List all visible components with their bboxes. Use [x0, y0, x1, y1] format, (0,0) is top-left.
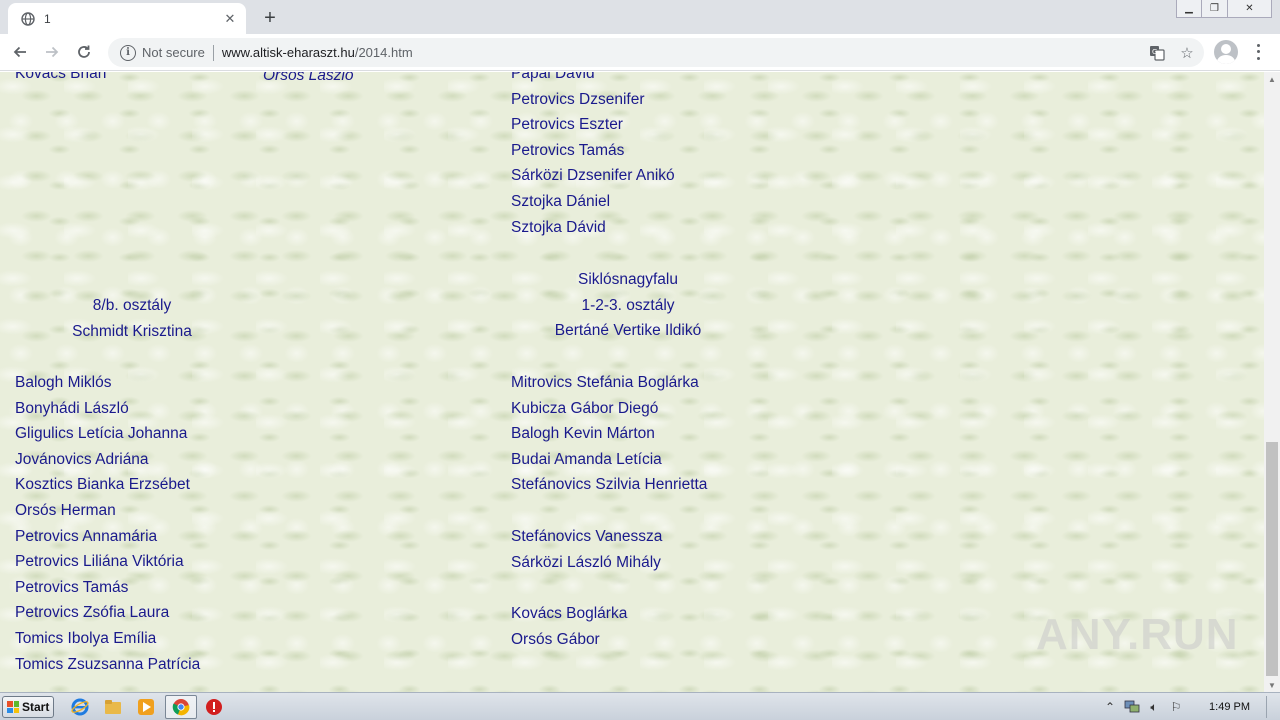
right-student-list-b: Stefánovics Vanessza Sárközi László Mihá…	[511, 524, 662, 575]
internet-explorer-icon[interactable]	[70, 697, 90, 717]
translate-icon[interactable]: G	[1146, 42, 1168, 64]
class-heading: 8/b. osztály	[92, 297, 172, 314]
list-item: Stefánovics Vanessza	[511, 528, 663, 545]
list-item: Orsós Gábor	[511, 630, 600, 648]
start-button[interactable]: Start	[2, 696, 54, 718]
start-label: Start	[22, 700, 50, 714]
restore-icon[interactable]: ❐	[1202, 0, 1228, 18]
col1-top: Kovács Brian	[15, 72, 106, 87]
col3-top: Pápai Dávid Petrovics Dzsenifer Petrovic…	[511, 72, 675, 240]
list-item: Budai Amanda Letícia	[511, 450, 662, 468]
watermark: ANY.RUN	[1036, 610, 1239, 659]
list-item: Tomics Zsuzsanna Patrícia	[15, 655, 201, 673]
list-item: Gligulics Letícia Johanna	[15, 425, 188, 443]
list-item: Sárközi Dzsenifer Anikó	[511, 167, 675, 185]
back-button[interactable]	[6, 38, 34, 66]
vertical-scrollbar[interactable]: ▲ ▼	[1264, 72, 1280, 692]
list-item: Petrovics Liliána Viktória	[15, 553, 184, 571]
list-item: Bonyhádi László	[15, 399, 129, 417]
section-right-header: Siklósnagyfalu 1-2-3. osztály Bertáné Ve…	[528, 267, 728, 344]
chevron-up-icon[interactable]: ⌃	[1101, 698, 1119, 716]
omnibox-actions: G ☆	[1138, 42, 1198, 64]
col2-top: Orsós László	[263, 72, 353, 89]
class-heading: 1-2-3. osztály	[581, 296, 675, 314]
window-controls: ▁ ❐ ✕	[1176, 0, 1272, 18]
url-path: /2014.htm	[354, 45, 413, 60]
list-item: Kovács Boglárka	[511, 605, 628, 622]
list-item: Petrovics Dzsenifer	[511, 90, 645, 108]
list-item: Kosztics Bianka Erzsébet	[15, 476, 190, 494]
media-player-icon[interactable]	[136, 697, 156, 717]
list-item: Petrovics Tamás	[511, 141, 625, 159]
svg-text:G: G	[1152, 48, 1157, 56]
flag-icon[interactable]: ⚐	[1167, 698, 1185, 716]
right-student-list-a: Mitrovics Stefánia Boglárka Kubicza Gábo…	[511, 370, 707, 498]
url-host: www.altisk-eharaszt.hu	[221, 45, 355, 60]
chrome-icon[interactable]	[171, 697, 191, 717]
browser-toolbar: i Not secure www.altisk-eharaszt.hu/2014…	[0, 34, 1280, 71]
list-item: Petrovics Eszter	[511, 116, 623, 134]
teacher-name: Bertáné Vertike Ildikó	[554, 322, 702, 340]
not-secure-label: Not secure	[142, 45, 205, 60]
network-icon[interactable]	[1123, 698, 1141, 716]
list-item: Tomics Ibolya Emília	[15, 629, 157, 647]
windows-logo-icon	[7, 701, 19, 713]
list-item: Orsós László	[263, 72, 354, 84]
globe-icon	[20, 11, 36, 27]
taskbar: Start ⌃ 🔈︎ ⚐ 1:49 PM	[0, 692, 1280, 720]
tab-strip: 1 ✕ + ▁ ❐ ✕	[0, 0, 1280, 34]
list-item: Petrovics Zsófia Laura	[15, 604, 170, 622]
more-menu-icon[interactable]	[1250, 42, 1266, 62]
section-left-header: 8/b. osztály Schmidt Krisztina	[32, 293, 232, 344]
list-item: Petrovics Tamás	[15, 578, 129, 596]
stop-alert-icon[interactable]	[204, 697, 224, 717]
teacher-name: Schmidt Krisztina	[72, 322, 192, 340]
volume-icon[interactable]: 🔈︎	[1145, 698, 1163, 716]
profile-avatar-icon[interactable]	[1214, 40, 1238, 64]
list-item: Stefánovics Szilvia Henrietta	[511, 476, 708, 494]
arrow-right-icon	[46, 46, 59, 58]
tab-title: 1	[44, 11, 51, 26]
list-item: Jovánovics Adriána	[15, 450, 149, 468]
divider	[212, 44, 214, 61]
list-item: Balogh Miklós	[15, 374, 112, 391]
list-item: Balogh Kevin Márton	[511, 425, 655, 443]
scroll-down-icon[interactable]: ▼	[1264, 678, 1280, 692]
new-tab-button[interactable]: +	[258, 6, 282, 30]
list-item: Pápai Dávid	[511, 72, 595, 82]
info-icon[interactable]: i	[120, 44, 136, 61]
close-tab-icon[interactable]: ✕	[222, 11, 238, 27]
system-tray: ⌃ 🔈︎ ⚐ 1:49 PM	[1099, 696, 1280, 718]
reload-button[interactable]	[70, 38, 98, 66]
list-item: Mitrovics Stefánia Boglárka	[511, 374, 699, 391]
address-bar[interactable]: i Not secure www.altisk-eharaszt.hu/2014…	[108, 38, 1204, 67]
file-explorer-icon[interactable]	[103, 697, 123, 717]
clock[interactable]: 1:49 PM	[1209, 701, 1250, 713]
star-icon[interactable]: ☆	[1176, 42, 1198, 64]
list-item: Sztojka Dániel	[511, 192, 611, 210]
list-item: Kubicza Gábor Diegó	[511, 399, 659, 417]
list-item: Petrovics Annamária	[15, 527, 158, 545]
list-item: Kovács Brian	[15, 72, 107, 82]
minimize-icon[interactable]: ▁	[1176, 0, 1202, 18]
forward-button[interactable]	[38, 38, 66, 66]
reload-icon	[78, 45, 90, 58]
browser-tab[interactable]: 1 ✕	[8, 3, 246, 34]
right-student-list-c: Kovács Boglárka Orsós Gábor	[511, 601, 627, 652]
page-content: Kovács Brian Orsós László Pápai Dávid Pe…	[0, 72, 1264, 692]
show-desktop-button[interactable]	[1266, 696, 1280, 718]
list-item: Orsós Herman	[15, 501, 116, 519]
location-heading: Siklósnagyfalu	[578, 271, 678, 288]
close-window-icon[interactable]: ✕	[1228, 0, 1272, 18]
list-item: Sárközi László Mihály	[511, 553, 661, 571]
scroll-up-icon[interactable]: ▲	[1264, 72, 1280, 86]
scroll-thumb[interactable]	[1266, 442, 1278, 676]
list-item: Sztojka Dávid	[511, 218, 606, 236]
arrow-left-icon	[13, 46, 26, 58]
left-student-list: Balogh Miklós Bonyhádi László Gligulics …	[15, 370, 200, 677]
